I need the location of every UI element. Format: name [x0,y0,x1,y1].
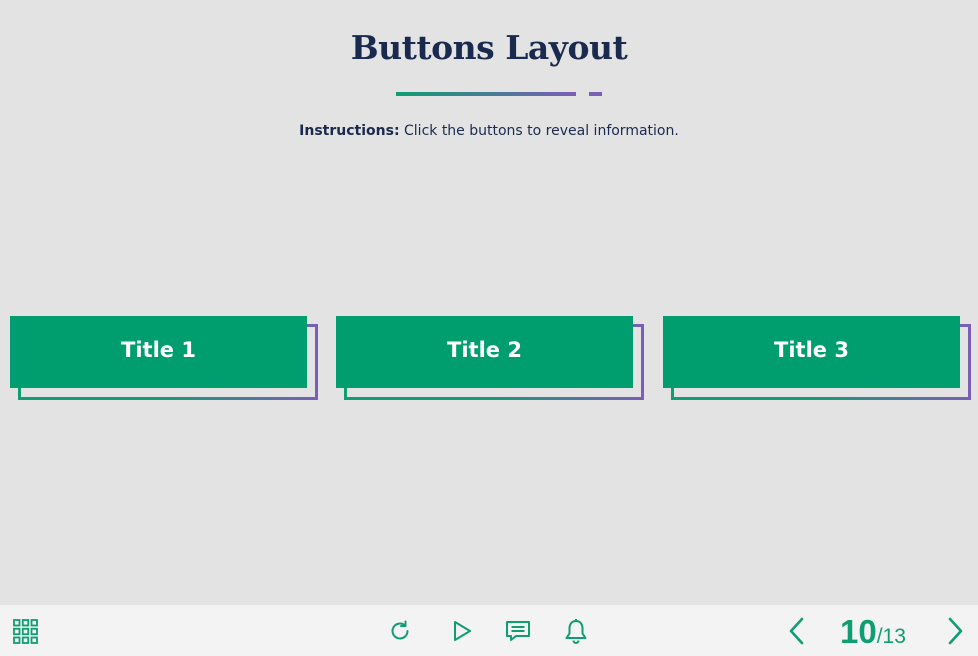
title-underline [396,92,576,96]
next-page-icon[interactable] [942,617,968,645]
title-2-button[interactable]: Title 2 [336,316,633,388]
comment-icon[interactable] [505,618,531,644]
instructions: Instructions: Click the buttons to revea… [0,123,978,139]
title-3-button[interactable]: Title 3 [663,316,960,388]
page-total: /13 [876,625,906,648]
grid-menu-icon[interactable] [12,618,38,644]
bell-icon[interactable] [563,618,589,644]
replay-icon[interactable] [387,618,413,644]
player-toolbar: 10/13 [0,605,978,656]
slide-canvas: Buttons Layout Instructions: Click the b… [0,0,978,605]
play-icon[interactable] [449,618,475,644]
previous-page-icon[interactable] [784,617,810,645]
instructions-label: Instructions: [299,123,400,139]
page-counter: 10/13 [840,613,906,650]
title-2-button-group: Title 2 [336,316,644,400]
title-3-button-group: Title 3 [663,316,971,400]
page-current: 10 [840,613,877,650]
title-underline-dash [589,92,602,96]
instructions-text: Click the buttons to reveal information. [399,123,679,139]
slide-title: Buttons Layout [350,28,628,67]
title-1-button[interactable]: Title 1 [10,316,307,388]
title-1-button-group: Title 1 [10,316,318,400]
